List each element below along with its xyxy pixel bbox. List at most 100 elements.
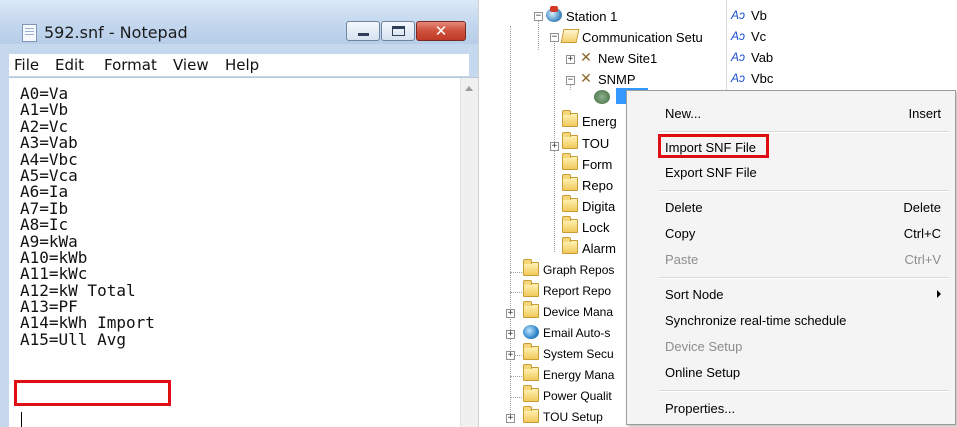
menu-item-shortcut: Ctrl+C — [903, 226, 941, 241]
menu-item-sort-node[interactable]: Sort Node — [627, 283, 955, 307]
folder-icon — [523, 385, 539, 402]
tree-node-report[interactable]: Repo — [562, 174, 632, 195]
notepad-menubar: File Edit Format View Help — [9, 54, 469, 76]
tree-node-energy[interactable]: Energ — [562, 110, 632, 131]
station-icon — [546, 6, 562, 22]
tree-connector — [510, 26, 511, 422]
folder-icon — [523, 406, 539, 423]
tree-node-energy-mana[interactable]: Energy Mana — [523, 364, 633, 385]
text-caret — [21, 412, 22, 427]
tree-node-tou[interactable]: TOU — [562, 132, 632, 153]
snmp-device-icon — [594, 90, 610, 104]
menu-item-label: Export SNF File — [665, 165, 757, 180]
tree-node-graph-repos[interactable]: Graph Repos — [523, 259, 633, 280]
expand-new-site-button[interactable]: + — [566, 55, 575, 64]
menu-item-label: Sort Node — [665, 287, 724, 302]
tree-node-lock[interactable]: Lock — [562, 216, 632, 237]
menu-item-synchronize[interactable]: Synchronize real-time schedule — [627, 309, 955, 333]
scroll-up-icon[interactable] — [465, 86, 473, 91]
menu-edit[interactable]: Edit — [55, 56, 84, 74]
collapse-comm-setup-button[interactable]: − — [550, 33, 559, 42]
tree-node-snmp-device[interactable] — [594, 88, 618, 108]
tree-connector — [510, 272, 524, 273]
highlight-box-a15 — [14, 380, 171, 406]
tree-node-report-repo[interactable]: Report Repo — [523, 280, 633, 301]
expand-system-secu-button[interactable]: + — [506, 351, 515, 360]
tree-node-new-site[interactable]: ✕ New Site1 — [578, 48, 718, 68]
menu-help[interactable]: Help — [225, 56, 259, 74]
vertical-scrollbar[interactable] — [460, 78, 478, 427]
items-list: Aↄ Vb Aↄ Vc Aↄ Vab Aↄ Vbc — [726, 0, 957, 100]
tree-node-label: Energy Mana — [543, 368, 615, 382]
menu-item-online-setup[interactable]: Online Setup — [627, 361, 955, 385]
collapse-station-button[interactable]: − — [534, 12, 543, 21]
folder-icon — [562, 153, 578, 170]
list-item-label: Vc — [751, 29, 767, 44]
collapse-snmp-button[interactable]: − — [566, 76, 575, 85]
tree-node-label: Form — [582, 157, 613, 172]
minimize-button[interactable] — [346, 21, 380, 41]
menu-file[interactable]: File — [14, 56, 39, 74]
menu-item-new[interactable]: New... Insert — [627, 102, 955, 126]
menu-item-delete[interactable]: Delete Delete — [627, 196, 955, 220]
close-button[interactable]: ✕ — [416, 21, 466, 41]
tree-node-tou-setup[interactable]: TOU Setup — [523, 406, 633, 427]
folder-icon — [523, 259, 539, 276]
tree-connector — [510, 376, 524, 377]
tree-node-station[interactable]: Station 1 — [546, 6, 716, 26]
menu-item-label: Delete — [665, 200, 703, 215]
tree-node-power-quality[interactable]: Power Qualit — [523, 385, 633, 406]
expand-email-auto-button[interactable]: + — [506, 330, 515, 339]
tree-node-snmp[interactable]: ✕ SNMP — [578, 69, 718, 89]
folder-icon — [562, 195, 578, 212]
menu-separator — [659, 277, 949, 279]
tools-icon: ✕ — [580, 70, 592, 86]
notepad-window: 592.snf - Notepad ✕ File Edit Format Vie… — [0, 0, 478, 427]
list-item-label: Vbc — [751, 71, 774, 86]
menu-item-shortcut: Delete — [903, 200, 941, 215]
tree-node-label: SNMP — [598, 72, 636, 87]
tree-node-device-mana[interactable]: Device Mana — [523, 301, 633, 322]
menu-item-paste: Paste Ctrl+V — [627, 248, 955, 272]
notepad-title: 592.snf - Notepad — [44, 23, 188, 42]
menu-item-properties[interactable]: Properties... — [627, 397, 955, 421]
tree-node-label: Repo — [582, 178, 614, 193]
notepad-titlebar[interactable]: 592.snf - Notepad ✕ — [0, 0, 478, 44]
menu-item-label: Paste — [665, 252, 699, 267]
tree-node-alarm[interactable]: Alarm — [562, 237, 632, 258]
menu-view[interactable]: View — [173, 56, 209, 74]
menu-item-copy[interactable]: Copy Ctrl+C — [627, 222, 955, 246]
menu-item-label: Online Setup — [665, 365, 741, 380]
notepad-document-icon — [22, 24, 37, 42]
expand-tou-setup-button[interactable]: + — [506, 414, 515, 423]
tree-node-label: Power Qualit — [543, 389, 612, 403]
menu-item-device-setup: Device Setup — [627, 335, 955, 359]
menu-format[interactable]: Format — [104, 56, 157, 74]
tree-node-label: Graph Repos — [543, 263, 615, 277]
tree-node-label: Digita — [582, 199, 616, 214]
tree-node-label: Report Repo — [543, 284, 612, 298]
expand-tou-button[interactable]: + — [550, 142, 559, 151]
notepad-text-area[interactable]: A0=Va A1=Vb A2=Vc A3=Vab A4=Vbc A5=Vca A… — [9, 77, 478, 427]
menu-item-label: Synchronize real-time schedule — [665, 313, 847, 328]
tree-node-label: Device Mana — [543, 305, 614, 319]
tree-node-email-auto[interactable]: Email Auto-s — [523, 323, 633, 343]
tree-node-system-secu[interactable]: System Secu — [523, 343, 633, 364]
list-item-label: Vab — [751, 50, 774, 65]
menu-item-label: Copy — [665, 226, 696, 241]
folder-icon — [523, 301, 539, 318]
tree-node-communication-setup[interactable]: Communication Setu — [560, 27, 726, 47]
tree-node-label: Energ — [582, 114, 617, 129]
tree-node-form[interactable]: Form — [562, 153, 632, 174]
expand-device-mana-button[interactable]: + — [506, 309, 515, 318]
tree-node-label: Alarm — [582, 241, 616, 256]
menu-item-label: New... — [665, 106, 702, 121]
tree-node-label: System Secu — [543, 347, 614, 361]
menu-item-shortcut: Insert — [908, 106, 941, 121]
folder-icon — [523, 364, 539, 381]
folder-icon — [562, 237, 578, 254]
maximize-button[interactable] — [381, 21, 415, 41]
list-item-label: Vb — [751, 8, 767, 23]
menu-item-export-snf[interactable]: Export SNF File — [627, 161, 955, 185]
tree-node-digital[interactable]: Digita — [562, 195, 632, 216]
